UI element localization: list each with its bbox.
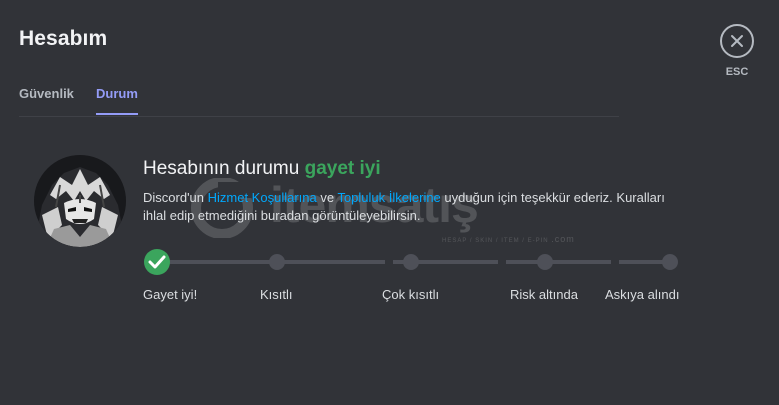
close-icon [731, 35, 743, 47]
community-guidelines-link[interactable]: Topluluk İlkelerine [337, 190, 440, 205]
step-dot-risk-altinda [537, 254, 553, 270]
page-title: Hesabım [19, 27, 108, 50]
watermark-tagline: HESAP / SKIN / ITEM / E-PIN .com [442, 234, 575, 244]
watermark-tagline-text: HESAP / SKIN / ITEM / E-PIN [442, 238, 549, 244]
status-description: Discord'un Hizmet Koşullarına ve Toplulu… [143, 189, 688, 225]
status-highlight: gayet iyi [304, 158, 381, 179]
step-label-cok-kisitli: Çok kısıtlı [382, 287, 440, 302]
close-control[interactable]: ESC [718, 24, 756, 78]
tab-bar: Güvenlik Durum [19, 86, 619, 117]
desc-text-1: Discord'un [143, 190, 208, 205]
close-button[interactable] [720, 24, 754, 58]
status-progress-track [144, 249, 678, 275]
avatar-image [34, 155, 126, 247]
desc-text-2: ve [316, 190, 338, 205]
checkmark-icon [148, 255, 166, 269]
avatar [34, 155, 126, 247]
step-dot-kisitli [269, 254, 285, 270]
step-label-kisitli: Kısıtlı [260, 287, 293, 302]
step-dot-cok-kisitli [403, 254, 419, 270]
terms-of-service-link[interactable]: Hizmet Koşullarına [208, 190, 317, 205]
tab-durum[interactable]: Durum [96, 86, 138, 115]
step-label-risk-altinda: Risk altında [510, 287, 578, 302]
step-dot-askiya-alindi [662, 254, 678, 270]
step-dot-gayet-iyi [144, 249, 170, 275]
step-label-askiya-alindi: Askıya alındı [605, 287, 680, 302]
tab-guvenlik[interactable]: Güvenlik [19, 86, 74, 113]
esc-label: ESC [725, 66, 749, 78]
watermark-domain: .com [551, 234, 575, 244]
status-title-prefix: Hesabının durumu [143, 158, 300, 179]
step-label-gayet-iyi: Gayet iyi! [143, 287, 198, 302]
status-title: Hesabının durumu gayet iyi [143, 158, 381, 180]
